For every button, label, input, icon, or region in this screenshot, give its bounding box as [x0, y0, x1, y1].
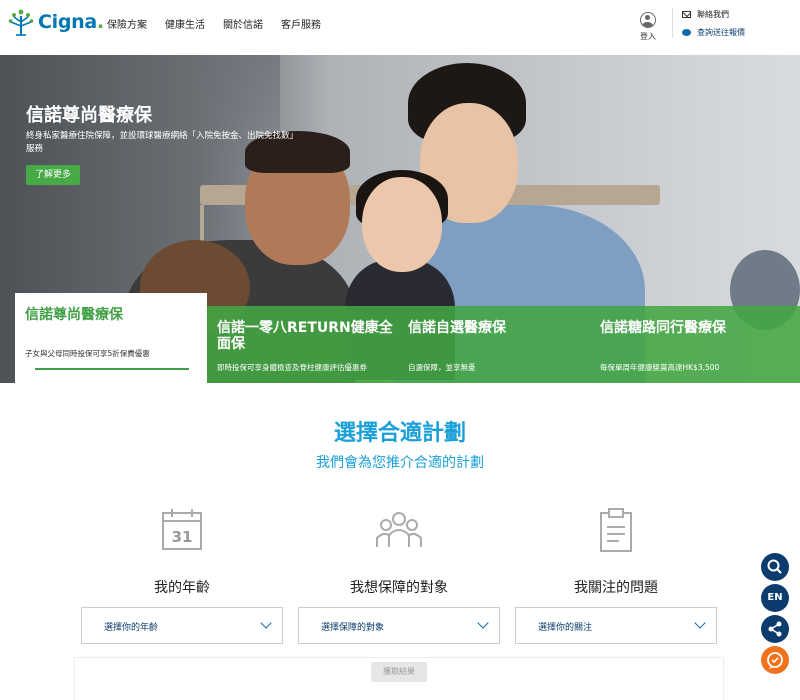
login-button[interactable]: 登入: [636, 12, 660, 42]
age-label: 我的年齡: [154, 580, 210, 596]
calendar-number: 31: [172, 528, 193, 546]
hero-description: 終身私家醫療住院保障，並設環球醫療網絡「入院免按金、出院免找數」服務: [26, 131, 299, 154]
contact-links: 聯絡我們 查詢送往報價: [682, 9, 745, 45]
cigna-logo[interactable]: Cigna.: [8, 8, 104, 36]
people-icon: [374, 505, 424, 555]
language-button[interactable]: EN: [761, 584, 789, 612]
chevron-down-icon: [694, 617, 706, 629]
age-column: 31 我的年齡 選擇你的年齡: [81, 505, 283, 644]
nav-item-about-cigna[interactable]: 關於信諾: [223, 16, 263, 31]
contact-us-label: 聯絡我們: [697, 10, 729, 19]
language-label: EN: [767, 592, 783, 603]
learn-more-button[interactable]: 了解更多: [26, 165, 80, 185]
girl-face: [362, 177, 442, 272]
tree-logo-icon: [8, 9, 34, 36]
product-tab-title: 信諾一零八RETURN健康全面保: [217, 320, 393, 352]
main-nav: 保險方案 健康生活 關於信諾 客戶服務: [107, 16, 339, 31]
tracking-icon: [682, 29, 691, 36]
get-result-button[interactable]: 獲取結果: [371, 662, 427, 682]
concern-label: 我關注的問題: [574, 580, 658, 596]
product-tab-subtitle: 每保單周年健康獎賞高達HK$3,500: [600, 363, 720, 372]
search-button[interactable]: [761, 553, 789, 581]
coverage-select[interactable]: 選擇保障的對象: [298, 607, 500, 644]
product-tab-premium-medical[interactable]: 信諾尊尚醫療保 子女與父母同時投保可享5折保費優惠: [15, 293, 207, 383]
chat-icon: [767, 652, 783, 669]
user-icon: [640, 12, 656, 28]
login-label: 登入: [640, 32, 656, 41]
product-tab-diabetes-medical[interactable]: 信諾糖路同行醫療保 每保單周年健康獎賞高達HK$3,500: [590, 306, 795, 383]
clipboard-icon: [591, 505, 641, 555]
page: Cigna. 保險方案 健康生活 關於信諾 客戶服務 登入 聯絡我們 查詢送往報…: [0, 0, 800, 700]
product-tab-108-return[interactable]: 信諾一零八RETURN健康全面保 即時投保可享身體檢查及脊柱健康評估優惠券: [207, 306, 397, 383]
concern-column: 我關注的問題 選擇你的關注: [515, 505, 717, 644]
product-tab-title: 信諾尊尚醫療保: [25, 307, 123, 323]
track-quote-label: 查詢送往報價: [697, 28, 745, 37]
coverage-select-value: 選擇保障的對象: [321, 623, 385, 633]
coverage-column: 我想保障的對象 選擇保障的對象: [298, 505, 500, 644]
product-tab-subtitle: 自選保障，並享無憂: [408, 363, 476, 372]
product-tab-subtitle: 即時投保可享身體檢查及脊柱健康評估優惠券: [217, 363, 367, 372]
age-select[interactable]: 選擇你的年齡: [81, 607, 283, 644]
product-tab-title: 信諾糖路同行醫療保: [600, 320, 726, 336]
product-tab-subtitle: 子女與父母同時投保可享5折保費優惠: [25, 349, 150, 358]
track-quote-link[interactable]: 查詢送往報價: [682, 27, 745, 38]
nav-item-customer-service[interactable]: 客戶服務: [281, 16, 321, 31]
age-select-value: 選擇你的年齡: [104, 623, 159, 633]
nav-item-insurance-plans[interactable]: 保險方案: [107, 16, 147, 31]
mail-icon: [682, 11, 691, 18]
calendar-icon: 31: [157, 505, 207, 555]
search-icon: [767, 559, 782, 574]
chevron-down-icon: [477, 617, 489, 629]
header-divider: [672, 8, 673, 38]
hero-title: 信諾尊尚醫療保: [26, 105, 152, 126]
share-button[interactable]: [761, 615, 789, 643]
coverage-label: 我想保障的對象: [350, 580, 448, 596]
logo-text: Cigna.: [38, 11, 104, 33]
product-tab-title: 信諾自選醫療保: [408, 320, 506, 336]
active-tab-indicator: [35, 368, 189, 370]
product-tabs: 信諾尊尚醫療保 子女與父母同時投保可享5折保費優惠 信諾一零八RETURN健康全…: [0, 293, 800, 383]
nav-item-healthy-living[interactable]: 健康生活: [165, 16, 205, 31]
chevron-down-icon: [260, 617, 272, 629]
contact-us-link[interactable]: 聯絡我們: [682, 9, 745, 20]
concern-select[interactable]: 選擇你的關注: [515, 607, 717, 644]
site-header: Cigna. 保險方案 健康生活 關於信諾 客戶服務 登入 聯絡我們 查詢送往報…: [0, 0, 800, 55]
product-tab-choice-medical[interactable]: 信諾自選醫療保 自選保障，並享無憂: [398, 306, 588, 383]
section-title: 選擇合適計劃: [333, 421, 466, 446]
concern-select-value: 選擇你的關注: [538, 623, 593, 633]
share-icon: [768, 621, 782, 637]
chat-button[interactable]: [761, 646, 789, 674]
section-subtitle: 我們會為您推介合適的計劃: [316, 455, 484, 471]
